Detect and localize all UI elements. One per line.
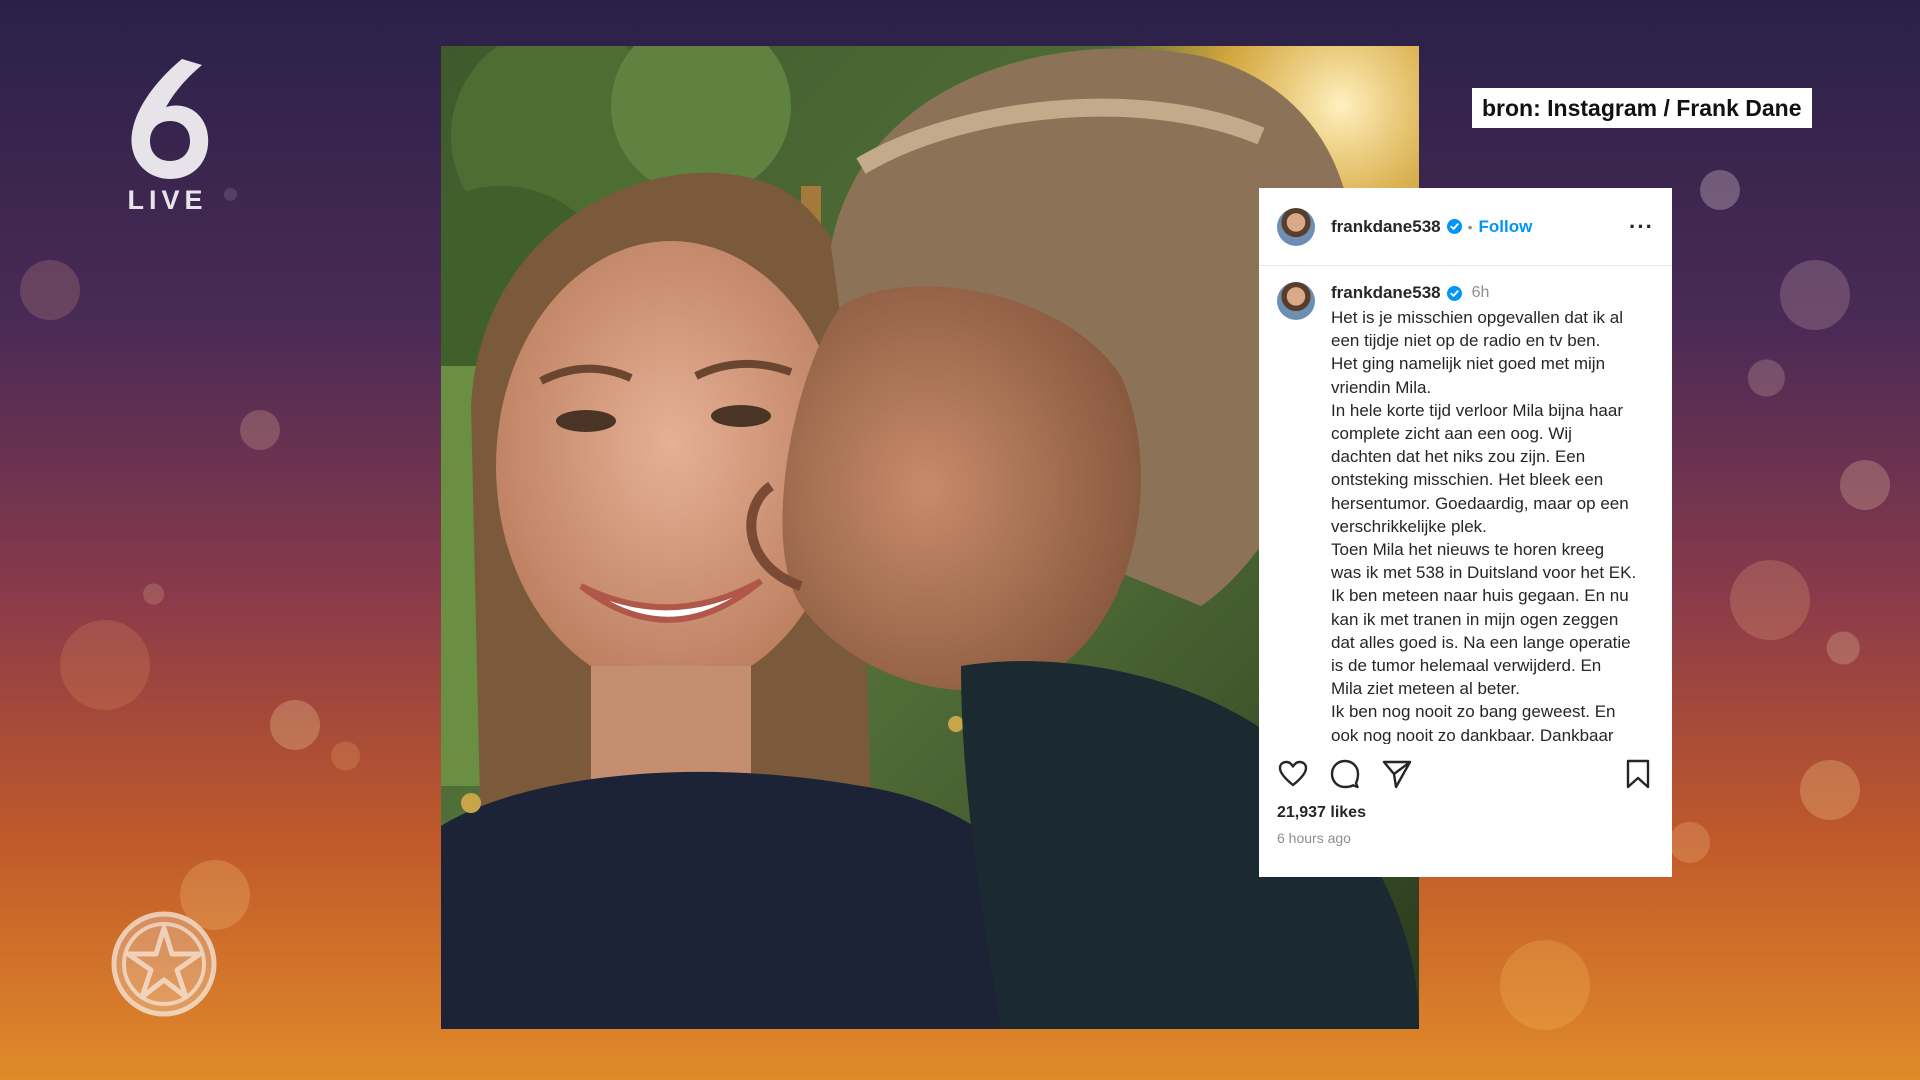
bookmark-icon[interactable] [1622,758,1654,790]
source-label: bron: Instagram / Frank Dane [1472,88,1812,128]
caption-time-ago: 6h [1471,284,1490,301]
caption-line: Toen Mila het nieuws te horen kreeg [1331,540,1605,560]
caption-line: Mila ziet meteen al beter. [1331,679,1520,699]
post-caption-area[interactable]: frankdane538 6h Het is je misschien opge… [1259,266,1672,744]
avatar[interactable] [1277,207,1315,246]
send-icon[interactable] [1381,758,1413,790]
caption-avatar[interactable] [1277,282,1315,320]
caption-line: Ik ben meteen naar huis gegaan. En nu [1331,586,1629,606]
post-actions-bar [1259,756,1672,792]
more-options-button[interactable]: ··· [1629,214,1654,240]
caption-text: Het is je misschien opgevallen dat ik al… [1331,306,1654,744]
instagram-post-card: frankdane538 • Follow ··· frankdane538 6… [1259,188,1672,877]
broadcast-frame: LIVE bron: Instagram / Frank Dane frankd… [0,0,1920,1080]
verified-badge-icon [1446,219,1462,234]
heart-icon[interactable] [1277,758,1309,790]
caption-line: Het ging namelijk niet goed met mijn [1331,354,1606,374]
caption-line: was ik met 538 in Duitsland voor het EK. [1331,563,1637,583]
bokeh-light [270,700,320,750]
caption-line: Ik ben nog nooit zo bang geweest. En [1331,702,1616,722]
post-username[interactable]: frankdane538 [1331,217,1441,237]
bokeh-light [1730,560,1810,640]
comment-icon[interactable] [1329,758,1361,790]
bokeh-light [1700,170,1740,210]
bokeh-light [1840,460,1890,510]
bokeh-light [20,260,80,320]
channel-logo: LIVE [110,55,225,225]
bokeh-light [1500,940,1590,1030]
star-badge [110,910,218,1018]
bokeh-light [240,410,280,450]
caption-line: hersentumor. Goedaardig, maar op een [1331,493,1629,513]
caption-line: dachten dat het niks zou zijn. Een [1331,447,1586,467]
caption-line: Het is je misschien opgevallen dat ik al [1331,308,1623,327]
star-badge-icon [111,911,217,1017]
caption-line: dat alles goed is. Na een lange operatie [1331,632,1631,652]
caption-username[interactable]: frankdane538 [1331,283,1441,303]
verified-badge-icon [1446,285,1462,301]
caption-line: is de tumor helemaal verwijderd. En [1331,656,1602,676]
caption-line: In hele korte tijd verloor Mila bijna ha… [1331,400,1623,420]
caption-line: ontsteking misschien. Het bleek een [1331,470,1604,490]
caption-line: vriendin Mila. [1331,377,1432,397]
caption-column: frankdane538 6h Het is je misschien opge… [1331,282,1654,744]
caption-header: frankdane538 6h [1331,282,1654,304]
posted-time: 6 hours ago [1277,830,1351,846]
caption-line: complete zicht aan een oog. Wij [1331,424,1572,444]
post-header: frankdane538 • Follow ··· [1259,188,1672,266]
caption-line: kan ik met tranen in mijn ogen zeggen [1331,609,1619,629]
bokeh-light [1800,760,1860,820]
bokeh-light [60,620,150,710]
channel-suffix: LIVE [127,185,208,215]
bokeh-light [1780,260,1850,330]
caption-line: ook nog nooit zo dankbaar. Dankbaar [1331,725,1614,744]
follow-button[interactable]: Follow [1479,217,1533,237]
caption-line: verschrikkelijke plek. [1331,516,1487,536]
separator-dot: • [1467,218,1473,235]
six-logo-icon [130,59,208,179]
likes-count[interactable]: 21,937 likes [1259,804,1672,822]
caption-line: een tijdje niet op de radio en tv ben. [1331,331,1601,351]
